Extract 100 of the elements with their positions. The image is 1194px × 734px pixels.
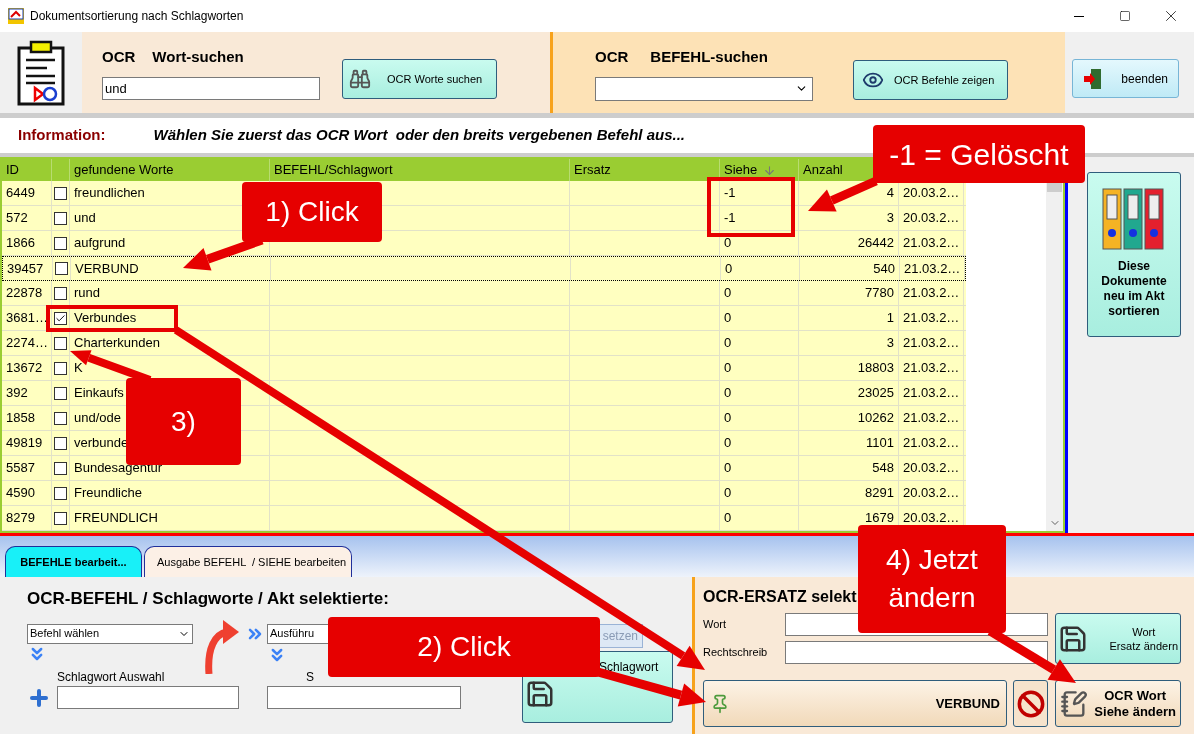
table-cell-text: 21.03.2… [903, 384, 960, 403]
table-cell-text: 26442 [857, 234, 894, 253]
table-cell-text: 0 [724, 234, 732, 253]
show-commands-button[interactable]: OCR Befehle zeigen [853, 60, 1008, 100]
input-field[interactable] [267, 685, 461, 709]
minimize-icon [1074, 15, 1084, 17]
table-cell-text: Einkaufs [74, 384, 124, 403]
checkbox[interactable] [54, 311, 67, 325]
table-cell-text: 8291 [865, 484, 894, 503]
checkbox[interactable] [54, 386, 67, 400]
table-cell-text: 1101 [866, 434, 894, 453]
field-label: Wort [703, 617, 728, 633]
section-label: OCR [102, 47, 136, 67]
checkbox[interactable] [54, 236, 67, 250]
table-cell-text: 20.03.2… [903, 459, 960, 478]
window-title: Dokumentsortierung nach Schlagworten [30, 8, 244, 25]
checkbox[interactable] [54, 511, 67, 525]
table-cell-text: 10262 [857, 409, 894, 428]
table-row[interactable]: 13672 K 0 18803 21.03.2… [2, 356, 966, 381]
table-cell-text: 4590 [6, 484, 35, 503]
keyword-field[interactable] [57, 685, 239, 709]
table-cell-text: 3 [886, 209, 894, 228]
binders-icon [1101, 187, 1167, 251]
section-label: BEFEHL-suchen [650, 47, 768, 67]
search-field[interactable]: und [102, 76, 320, 100]
notepad-pencil-icon [1060, 689, 1088, 718]
table-cell-text: 6449 [6, 184, 35, 203]
input-field[interactable] [785, 641, 1048, 664]
table-cell-text: 21.03.2… [904, 259, 961, 278]
command-dropdown[interactable] [595, 76, 813, 101]
table-cell-text: VERBUND [75, 259, 139, 278]
table-row[interactable]: 8279 FREUNDLICH 0 1679 20.03.2… [2, 506, 966, 531]
table-row[interactable]: 2274… Charterkunden 0 3 21.03.2… [2, 331, 966, 356]
exit-button[interactable]: beenden [1072, 59, 1179, 98]
command-dropdown[interactable]: Befehl wählen [27, 623, 193, 644]
table-cell-text: 540 [873, 259, 895, 278]
current-word-button[interactable]: VERBUND [703, 680, 1007, 727]
table-cell-text: 21.03.2… [903, 334, 960, 353]
checkbox[interactable] [54, 486, 67, 500]
panel-title: OCR-ERSATZ selekt [703, 587, 857, 607]
table-cell-text: 0 [724, 309, 732, 328]
table-cell-text: -1 [724, 184, 736, 203]
table-row[interactable]: 22878 rund 0 7780 21.03.2… [2, 281, 966, 306]
table-cell-text: 572 [6, 209, 28, 228]
info-label: Information: [18, 125, 106, 146]
table-cell-text: und [74, 209, 96, 228]
checkbox[interactable] [54, 361, 67, 375]
table-row[interactable]: 5587 Bundesagentur 0 548 20.03.2… [2, 456, 966, 481]
cancel-button[interactable] [1013, 680, 1048, 727]
pin-icon [710, 693, 730, 714]
checkbox[interactable] [54, 411, 67, 425]
table-cell-text: verbunde [74, 434, 129, 453]
checkbox[interactable] [54, 336, 67, 350]
column-header[interactable]: Siehe [724, 160, 758, 180]
table-cell-text: 0 [724, 359, 732, 378]
table-cell-text: freundlichen [74, 184, 145, 203]
column-header[interactable]: ID [6, 160, 19, 180]
checkbox[interactable] [54, 286, 67, 300]
table-cell-text: 0 [724, 334, 732, 353]
table-cell-text: 5587 [6, 459, 35, 478]
table-row[interactable]: 39457 VERBUND 0 540 21.03.2… [2, 256, 966, 281]
table-cell-text: 0 [724, 284, 732, 303]
tab[interactable]: BEFEHLE bearbeit... [5, 546, 142, 577]
table-cell-text: 23025 [857, 384, 894, 403]
annotation-tooltip: 4) Jetzt ändern [858, 525, 1006, 633]
field-label: S [306, 668, 315, 686]
table-cell-text: Charterkunden [74, 334, 160, 353]
table-row[interactable]: 4590 Freundliche 0 8291 20.03.2… [2, 481, 966, 506]
table-cell-text: 21.03.2… [903, 434, 960, 453]
column-header[interactable]: Ersatz [574, 160, 611, 180]
checkbox[interactable] [54, 211, 67, 225]
checkbox[interactable] [54, 436, 67, 450]
sort-documents-button[interactable]: Diese Dokumente neu im Akt sortieren [1087, 172, 1181, 337]
table-cell-text: 4 [886, 184, 894, 203]
checkbox[interactable] [54, 186, 67, 200]
checkbox[interactable] [55, 262, 68, 275]
column-header[interactable]: gefundene Worte [74, 160, 174, 180]
maximize-icon [1119, 10, 1131, 22]
table-cell-text: Verbundes [74, 309, 137, 328]
table-cell-text: 2274… [6, 334, 48, 353]
table-cell-text: 39457 [7, 259, 44, 278]
annotation-tooltip: -1 = Gelöscht [873, 125, 1085, 183]
checkbox[interactable] [54, 461, 67, 475]
table-row[interactable]: 1866 aufgrund 0 26442 21.03.2… [2, 231, 966, 256]
column-header[interactable]: BEFEHL/Schlagwort [274, 160, 393, 180]
table-cell-text: 0 [724, 459, 732, 478]
table-cell-text: 20.03.2… [903, 209, 960, 228]
search-words-button[interactable]: OCR Worte suchen [342, 59, 497, 99]
table-cell-text: 21.03.2… [903, 284, 960, 303]
column-header[interactable]: Anzahl [803, 160, 843, 180]
table-cell-text: 1 [886, 309, 894, 328]
field-label: Rechtschreib [703, 645, 769, 661]
siehe-change-button[interactable]: OCR Wort Siehe ändern [1055, 680, 1181, 727]
table-cell-text: 0 [724, 509, 732, 528]
table-row[interactable]: 3681… Verbundes 0 1 21.03.2… [2, 306, 966, 331]
tab[interactable]: Ausgabe BEFEHL / SIEHE bearbeiten [144, 546, 352, 577]
table-cell-text: Freundliche [74, 484, 142, 503]
annotation-tooltip: 2) Click [328, 617, 600, 677]
replace-word-button[interactable]: Wort Ersatz ändern [1055, 613, 1181, 664]
annotation-tooltip: 3) [126, 378, 241, 465]
